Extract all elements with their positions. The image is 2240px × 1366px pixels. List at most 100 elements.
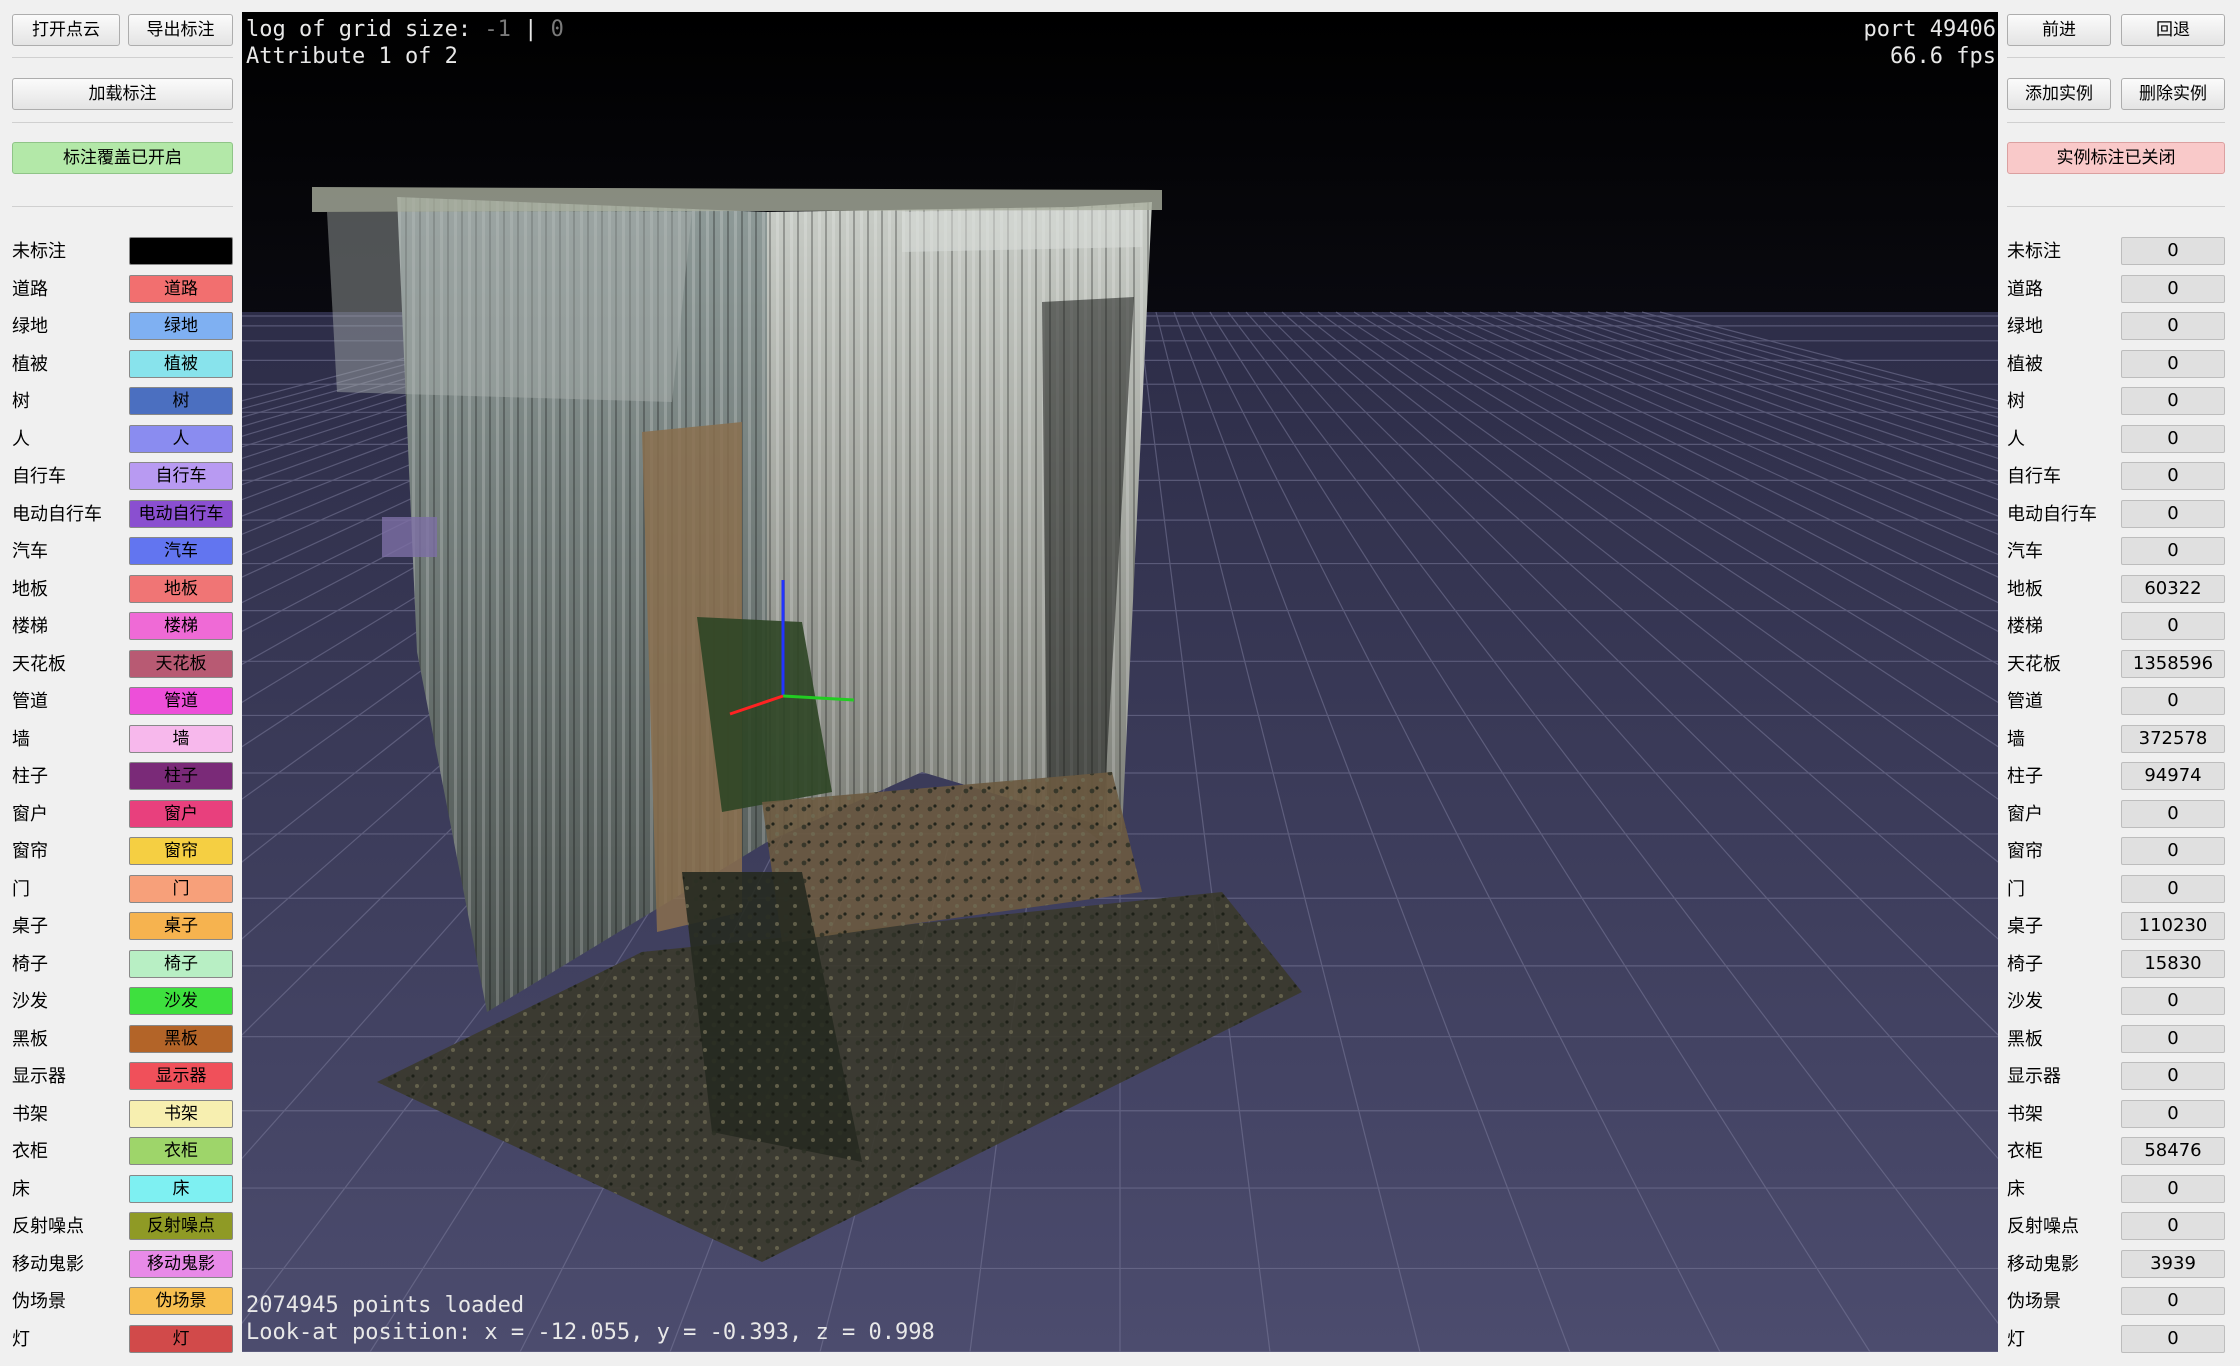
class-row: 移动鬼影 移动鬼影 bbox=[12, 1250, 233, 1280]
pointcloud-scene[interactable] bbox=[242, 12, 1998, 1352]
class-color-button[interactable]: 窗帘 bbox=[129, 837, 233, 865]
class-row: 门门 bbox=[12, 875, 233, 905]
class-name-label: 绿地 bbox=[12, 316, 48, 337]
open-pointcloud-button[interactable]: 打开点云 bbox=[12, 14, 120, 46]
class-color-button[interactable]: 伪场景 bbox=[129, 1287, 233, 1315]
grid-size-readout: log of grid size: -1 | 0 bbox=[246, 17, 564, 42]
class-name-label: 桌子 bbox=[2007, 916, 2043, 937]
class-row: 反射噪点 反射噪点 bbox=[12, 1212, 233, 1242]
class-name-label: 窗帘 bbox=[2007, 841, 2043, 862]
class-color-button[interactable]: 沙发 bbox=[129, 987, 233, 1015]
class-color-button[interactable]: 衣柜 bbox=[129, 1137, 233, 1165]
class-row: 灯灯 bbox=[12, 1325, 233, 1355]
class-color-button[interactable]: 桌子 bbox=[129, 912, 233, 940]
class-count-row: 树0 bbox=[2007, 387, 2225, 417]
divider bbox=[12, 57, 233, 58]
class-name-label: 柱子 bbox=[2007, 766, 2043, 787]
class-name-label: 道路 bbox=[2007, 279, 2043, 300]
class-name-label: 窗户 bbox=[2007, 804, 2043, 825]
class-name-label: 未标注 bbox=[12, 241, 66, 262]
class-row: 楼梯 楼梯 bbox=[12, 612, 233, 642]
delete-instance-button[interactable]: 删除实例 bbox=[2121, 78, 2225, 110]
class-name-label: 床 bbox=[12, 1179, 30, 1200]
class-color-button[interactable]: 汽车 bbox=[129, 537, 233, 565]
class-color-button[interactable]: 椅子 bbox=[129, 950, 233, 978]
class-name-label: 床 bbox=[2007, 1179, 2025, 1200]
export-labels-button[interactable]: 导出标注 bbox=[128, 14, 233, 46]
class-color-button[interactable]: 树 bbox=[129, 387, 233, 415]
class-color-button[interactable]: 书架 bbox=[129, 1100, 233, 1128]
class-count-row: 人0 bbox=[2007, 425, 2225, 455]
class-name-label: 管道 bbox=[2007, 691, 2043, 712]
class-color-button[interactable]: 柱子 bbox=[129, 762, 233, 790]
class-point-count: 110230 bbox=[2121, 912, 2225, 940]
fps-readout: 66.6 fps bbox=[1890, 44, 1996, 69]
class-count-row: 窗帘 0 bbox=[2007, 837, 2225, 867]
forward-button[interactable]: 前进 bbox=[2007, 14, 2111, 46]
class-row: 植被 植被 bbox=[12, 350, 233, 380]
class-point-count: 0 bbox=[2121, 312, 2225, 340]
class-name-label: 门 bbox=[2007, 879, 2025, 900]
class-name-label: 墙 bbox=[2007, 729, 2025, 750]
class-color-button[interactable]: 黑板 bbox=[129, 1025, 233, 1053]
class-name-label: 灯 bbox=[2007, 1329, 2025, 1350]
class-color-button[interactable]: 绿地 bbox=[129, 312, 233, 340]
class-count-row: 门0 bbox=[2007, 875, 2225, 905]
class-color-button[interactable]: 灯 bbox=[129, 1325, 233, 1353]
class-color-button[interactable]: 管道 bbox=[129, 687, 233, 715]
class-color-button[interactable]: 移动鬼影 bbox=[129, 1250, 233, 1278]
class-color-button[interactable]: 窗户 bbox=[129, 800, 233, 828]
label-overlay-toggle-button[interactable]: 标注覆盖已开启 bbox=[12, 142, 233, 174]
class-color-button[interactable]: 床 bbox=[129, 1175, 233, 1203]
back-button[interactable]: 回退 bbox=[2121, 14, 2225, 46]
class-color-button[interactable]: 天花板 bbox=[129, 650, 233, 678]
class-name-label: 伪场景 bbox=[2007, 1291, 2061, 1312]
class-color-button[interactable]: 电动自行车 bbox=[129, 500, 233, 528]
class-color-button[interactable]: 反射噪点 bbox=[129, 1212, 233, 1240]
class-count-row: 柱子 94974 bbox=[2007, 762, 2225, 792]
points-loaded-readout: 2074945 points loaded bbox=[246, 1293, 525, 1318]
class-point-count: 58476 bbox=[2121, 1137, 2225, 1165]
class-name-label: 移动鬼影 bbox=[12, 1254, 84, 1275]
divider bbox=[2007, 122, 2225, 123]
class-row: 电动自行车 电动自行车 bbox=[12, 500, 233, 530]
class-color-button[interactable]: 显示器 bbox=[129, 1062, 233, 1090]
class-color-button[interactable]: 植被 bbox=[129, 350, 233, 378]
class-name-label: 沙发 bbox=[2007, 991, 2043, 1012]
pointcloud-viewport[interactable]: log of grid size: -1 | 0 Attribute 1 of … bbox=[242, 12, 1998, 1352]
class-name-label: 管道 bbox=[12, 691, 48, 712]
class-point-count: 15830 bbox=[2121, 950, 2225, 978]
class-color-button[interactable]: 自行车 bbox=[129, 462, 233, 490]
divider bbox=[12, 122, 233, 123]
class-row: 管道 管道 bbox=[12, 687, 233, 717]
class-name-label: 楼梯 bbox=[12, 616, 48, 637]
class-point-count: 0 bbox=[2121, 1100, 2225, 1128]
class-name-label: 汽车 bbox=[2007, 541, 2043, 562]
class-name-label: 反射噪点 bbox=[12, 1216, 84, 1237]
class-name-label: 汽车 bbox=[12, 541, 48, 562]
load-labels-button[interactable]: 加载标注 bbox=[12, 78, 233, 110]
class-name-label: 树 bbox=[12, 391, 30, 412]
class-row: 窗帘 窗帘 bbox=[12, 837, 233, 867]
class-row: 道路 道路 bbox=[12, 275, 233, 305]
class-color-button[interactable]: 墙 bbox=[129, 725, 233, 753]
class-count-row: 桌子 110230 bbox=[2007, 912, 2225, 942]
look-at-readout: Look-at position: x = -12.055, y = -0.39… bbox=[246, 1320, 935, 1345]
class-name-label: 人 bbox=[2007, 429, 2025, 450]
class-point-count: 0 bbox=[2121, 800, 2225, 828]
class-color-button[interactable]: 人 bbox=[129, 425, 233, 453]
class-name-label: 树 bbox=[2007, 391, 2025, 412]
class-color-button[interactable]: 楼梯 bbox=[129, 612, 233, 640]
class-row: 地板 地板 bbox=[12, 575, 233, 605]
class-color-button[interactable]: 地板 bbox=[129, 575, 233, 603]
class-name-label: 楼梯 bbox=[2007, 616, 2043, 637]
class-point-count: 0 bbox=[2121, 237, 2225, 265]
class-name-label: 书架 bbox=[2007, 1104, 2043, 1125]
class-color-button[interactable]: 门 bbox=[129, 875, 233, 903]
add-instance-button[interactable]: 添加实例 bbox=[2007, 78, 2111, 110]
class-color-button[interactable] bbox=[129, 237, 233, 265]
class-row: 绿地 绿地 bbox=[12, 312, 233, 342]
class-color-button[interactable]: 道路 bbox=[129, 275, 233, 303]
class-row: 沙发 沙发 bbox=[12, 987, 233, 1017]
instance-label-toggle-button[interactable]: 实例标注已关闭 bbox=[2007, 142, 2225, 174]
